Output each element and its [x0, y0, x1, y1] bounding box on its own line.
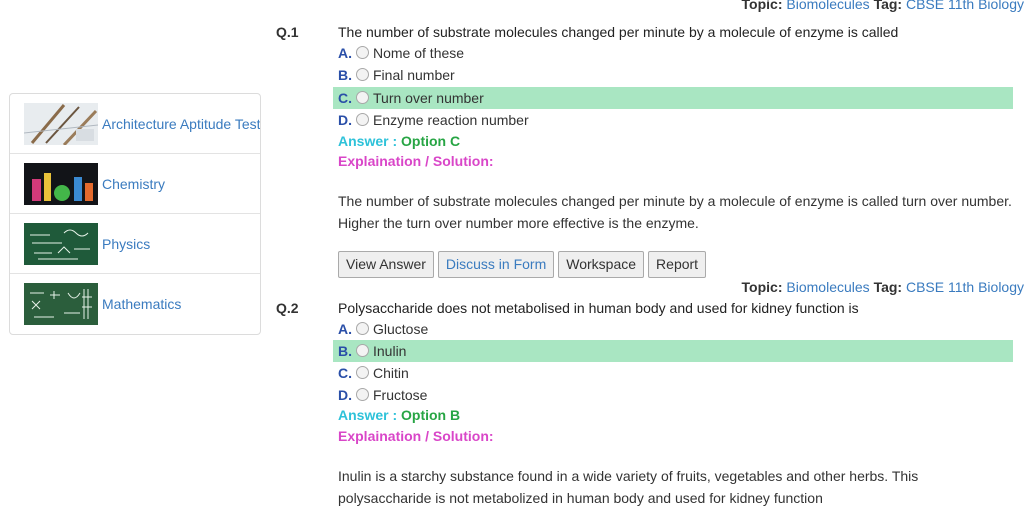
sidebar-item-chemistry[interactable]: Chemistry [10, 154, 260, 214]
sidebar-item-label: Physics [102, 235, 151, 252]
mathematics-thumbnail-icon [24, 283, 98, 325]
radio-button[interactable] [356, 68, 369, 81]
option-a[interactable]: A. Gluctose [333, 318, 1013, 340]
question-text: The number of substrate molecules change… [338, 24, 899, 40]
topic-link[interactable]: Biomolecules [786, 279, 869, 295]
explanation-heading: Explaination / Solution: [338, 428, 494, 444]
topic-label: Topic: [741, 279, 783, 295]
radio-button[interactable] [356, 366, 369, 379]
sidebar-item-label: Chemistry [102, 175, 166, 192]
discuss-in-form-button[interactable]: Discuss in Form [437, 251, 555, 278]
option-b[interactable]: B. Final number [333, 64, 1013, 86]
option-letter: B. [338, 343, 352, 359]
topic-tag-line: Topic: Biomolecules Tag: CBSE 11th Biolo… [742, 0, 1024, 12]
option-letter: A. [338, 321, 352, 337]
option-letter: D. [338, 387, 352, 403]
workspace-button[interactable]: Workspace [558, 251, 645, 278]
radio-button[interactable] [356, 91, 369, 104]
solution-text: Inulin is a starchy substance found in a… [338, 468, 919, 506]
option-c[interactable]: C. Turn over number [333, 87, 1013, 109]
answer-line: Answer : Option B [338, 407, 460, 423]
option-text: Nome of these [373, 45, 465, 61]
option-text: Chitin [373, 365, 409, 381]
solution-text: The number of substrate molecules change… [338, 193, 1012, 231]
topic-label: Topic: [741, 0, 783, 12]
option-a[interactable]: A. Nome of these [333, 42, 1013, 64]
option-letter: A. [338, 45, 352, 61]
sidebar-item-mathematics[interactable]: Mathematics [10, 274, 260, 334]
tag-label: Tag: [873, 279, 903, 295]
answer-line: Answer : Option C [338, 133, 460, 149]
topic-tag-line: Topic: Biomolecules Tag: CBSE 11th Biolo… [742, 279, 1024, 295]
option-text: Gluctose [373, 321, 429, 337]
sidebar-item-label: Architecture Aptitude Test [102, 115, 260, 132]
question-number: Q.2 [276, 300, 299, 316]
question-number: Q.1 [276, 24, 299, 40]
sidebar-item-label: Mathematics [102, 296, 182, 312]
answer-value: Option C [401, 133, 461, 149]
sidebar-item-physics[interactable]: Physics [10, 214, 260, 274]
tag-link[interactable]: CBSE 11th Biology [906, 279, 1024, 295]
architecture-thumbnail-icon [24, 102, 98, 145]
explanation-heading: Explaination / Solution: [338, 153, 494, 169]
radio-button[interactable] [356, 388, 369, 401]
option-letter: C. [338, 365, 352, 381]
chemistry-thumbnail-icon [24, 162, 98, 205]
topic-link[interactable]: Biomolecules [786, 0, 869, 12]
radio-button[interactable] [356, 113, 369, 126]
radio-button[interactable] [356, 322, 369, 335]
report-button[interactable]: Report [648, 251, 707, 278]
tag-label: Tag: [873, 0, 903, 12]
category-sidebar: Architecture Aptitude Test Chemistry Phy… [9, 93, 261, 335]
option-letter: D. [338, 112, 352, 128]
option-letter: C. [338, 90, 352, 106]
sidebar-item-architecture[interactable]: Architecture Aptitude Test [10, 94, 260, 154]
answer-value: Option B [401, 407, 461, 423]
option-b[interactable]: B. Inulin [333, 340, 1013, 362]
answer-label: Answer : [338, 407, 398, 423]
option-letter: B. [338, 67, 352, 83]
option-d[interactable]: D. Enzyme reaction number [333, 109, 1013, 131]
option-text: Fructose [373, 387, 428, 403]
option-text: Final number [373, 67, 455, 83]
action-buttons: View Answer Discuss in Form Workspace Re… [338, 251, 707, 278]
view-answer-button[interactable]: View Answer [338, 251, 434, 278]
tag-link[interactable]: CBSE 11th Biology [906, 0, 1024, 12]
radio-button[interactable] [356, 344, 369, 357]
answer-label: Answer : [338, 133, 398, 149]
option-text: Inulin [373, 343, 407, 359]
question-text: Polysaccharide does not metabolised in h… [338, 300, 859, 316]
option-c[interactable]: C. Chitin [333, 362, 1013, 384]
radio-button[interactable] [356, 46, 369, 59]
option-text: Enzyme reaction number [373, 112, 529, 128]
option-d[interactable]: D. Fructose [333, 384, 1013, 406]
physics-thumbnail-icon [24, 222, 98, 265]
option-text: Turn over number [373, 90, 484, 106]
